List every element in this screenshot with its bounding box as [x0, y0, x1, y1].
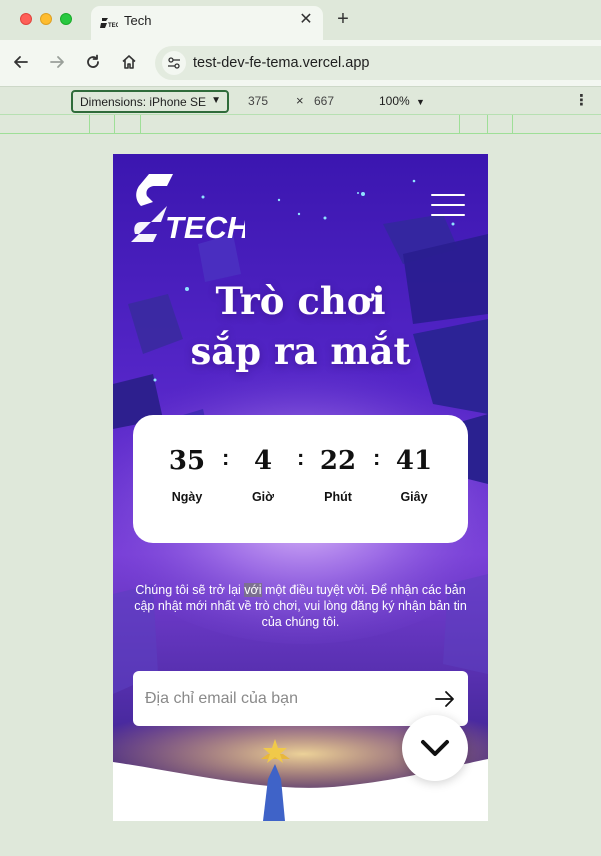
email-input[interactable]	[145, 671, 425, 726]
home-button[interactable]	[117, 50, 141, 74]
close-window-button[interactable]	[20, 13, 32, 25]
dimension-separator: ×	[296, 93, 304, 108]
browser-toolbar: test-dev-fe-tema.vercel.app	[0, 40, 601, 86]
svg-text:TECH: TECH	[108, 23, 118, 29]
arrow-right-icon	[50, 56, 64, 68]
device-dimensions-select[interactable]: Dimensions: iPhone SE ▼	[71, 90, 229, 113]
browser-tab[interactable]: TECH Tech ✕	[91, 6, 323, 40]
tab-title: Tech	[124, 13, 152, 28]
url-text: test-dev-fe-tema.vercel.app	[193, 55, 370, 71]
countdown-seconds: 41 Giây	[384, 445, 444, 504]
device-viewport: TECH Trò chơi sắp ra mắt 35 Ngày : 4 Giờ…	[113, 154, 488, 821]
description-selected-word: với	[244, 583, 262, 597]
minutes-label: Phút	[324, 490, 352, 504]
scroll-down-button[interactable]	[402, 715, 468, 781]
chevron-down-icon	[421, 740, 449, 756]
countdown-separator: :	[222, 445, 230, 470]
dropdown-caret-icon: ▼	[416, 97, 425, 107]
new-tab-icon[interactable]: +	[333, 9, 353, 29]
viewport-width-input[interactable]: 375	[248, 94, 268, 108]
media-query-ruler	[0, 114, 601, 134]
ruler-mark	[114, 115, 115, 134]
hours-label: Giờ	[251, 490, 275, 504]
seconds-value: 41	[395, 446, 433, 476]
countdown-separator: :	[297, 445, 305, 470]
ruler-mark	[512, 115, 513, 134]
page-headline: Trò chơi sắp ra mắt	[113, 276, 488, 376]
maximize-window-button[interactable]	[60, 13, 72, 25]
minimize-window-button[interactable]	[40, 13, 52, 25]
countdown-days: 35 Ngày	[157, 445, 217, 504]
browser-tab-bar: TECH Tech ✕ +	[0, 0, 601, 40]
forward-button[interactable]	[45, 50, 69, 74]
ruler-mark	[459, 115, 460, 134]
countdown-card: 35 Ngày : 4 Giờ : 22 Phút : 41 Giây	[133, 415, 468, 543]
countdown-minutes: 22 Phút	[308, 445, 368, 504]
close-tab-icon[interactable]: ✕	[297, 11, 315, 29]
headline-line-2: sắp ra mắt	[190, 329, 411, 373]
days-label: Ngày	[171, 490, 203, 504]
days-value: 35	[168, 446, 206, 476]
newsletter-form	[133, 671, 468, 726]
logo-text: TECH	[165, 210, 245, 242]
seconds-label: Giây	[400, 490, 428, 504]
viewport-height-input[interactable]: 667	[314, 94, 334, 108]
submit-arrow-icon[interactable]	[434, 688, 456, 710]
dropdown-caret-icon: ▼	[211, 95, 221, 106]
ruler-mark	[140, 115, 141, 134]
hours-value: 4	[253, 446, 273, 476]
countdown-separator: :	[373, 445, 381, 470]
reload-icon	[87, 54, 99, 68]
headline-line-1: Trò chơi	[215, 279, 386, 323]
devtools-device-bar: Dimensions: iPhone SE ▼ 375 × 667 100% ▼…	[0, 86, 601, 114]
ruler-mark	[89, 115, 90, 134]
zoom-select[interactable]: 100% ▼	[379, 94, 425, 108]
site-settings-button[interactable]	[162, 51, 186, 75]
zoom-value: 100%	[379, 94, 410, 108]
newsletter-description: Chúng tôi sẽ trở lại với một điều tuyệt …	[131, 582, 470, 630]
arrow-left-icon	[14, 56, 28, 68]
menu-button[interactable]	[431, 194, 465, 218]
description-text-start: Chúng tôi sẽ trở lại	[135, 583, 245, 597]
tune-icon	[168, 57, 180, 69]
home-icon	[122, 55, 136, 69]
tech-favicon-icon: TECH	[100, 18, 118, 29]
reload-button[interactable]	[81, 50, 105, 74]
more-options-icon[interactable]: ⋮	[574, 91, 589, 109]
countdown-hours: 4 Giờ	[233, 445, 293, 504]
ruler-mark	[487, 115, 488, 134]
back-button[interactable]	[9, 50, 33, 74]
address-bar[interactable]: test-dev-fe-tema.vercel.app	[155, 46, 601, 80]
minutes-value: 22	[319, 446, 357, 476]
device-dimensions-label: Dimensions: iPhone SE	[80, 95, 207, 109]
tech-logo[interactable]: TECH	[131, 172, 245, 242]
